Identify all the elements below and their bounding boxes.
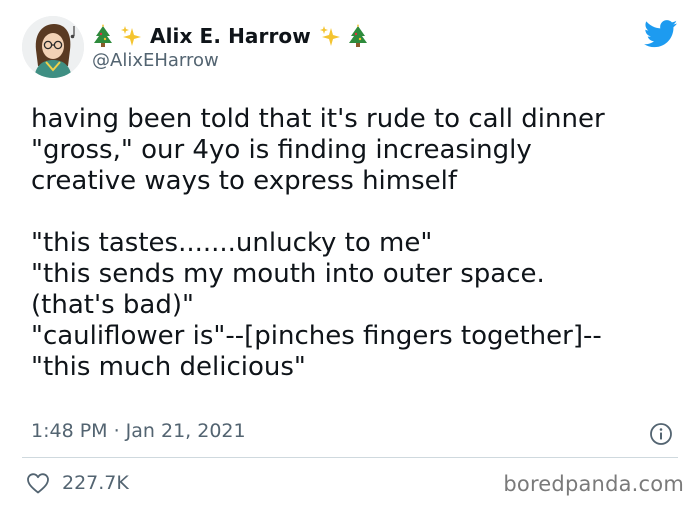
tweet-text: having been told that it's rude to call … [31,104,605,382]
heart-icon[interactable] [26,472,50,494]
divider [22,457,678,458]
christmas-tree-icon [347,24,369,48]
display-name[interactable]: Alix E. Harrow [150,24,311,48]
twitter-bird-icon[interactable] [643,20,678,48]
christmas-tree-icon [92,24,114,48]
avatar-illustration-icon [22,16,84,78]
like-count: 227.7K [62,472,129,494]
display-name-row[interactable]: Alix E. Harrow [92,22,369,50]
info-icon[interactable] [649,422,673,446]
sparkles-icon [319,24,341,48]
like-button[interactable]: 227.7K [26,469,129,497]
avatar[interactable] [22,16,84,78]
user-handle[interactable]: @AlixEHarrow [92,50,219,71]
sparkles-icon [120,24,142,48]
watermark: boredpanda.com [503,472,684,496]
tweet-timestamp[interactable]: 1:48 PM · Jan 21, 2021 [31,420,246,442]
tweet-card: Alix E. Harrow @AlixEHarrow having been … [0,0,700,507]
